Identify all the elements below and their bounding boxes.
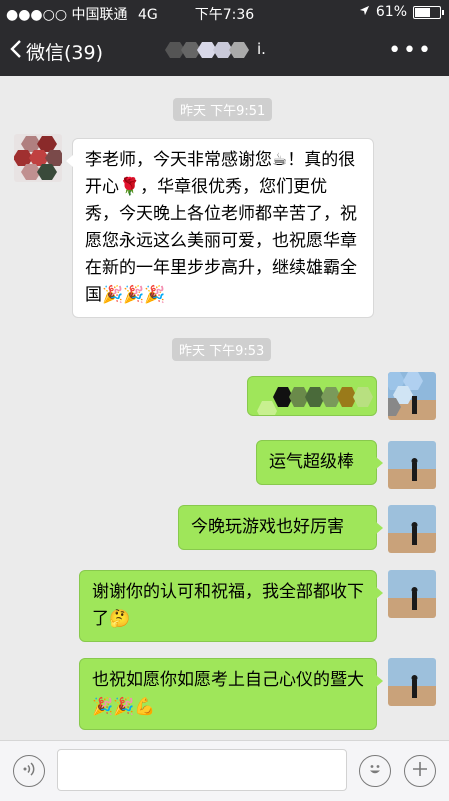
timestamp: 昨天 下午9:51 — [173, 98, 273, 121]
input-bar — [0, 740, 449, 801]
battery-icon — [413, 5, 444, 19]
status-bar: ●●●○○ 中国联通 4G 下午7:36 61% — [0, 0, 449, 26]
chat-area[interactable]: 昨天 下午9:51 李老师，今天非常感谢您☕！真的很开心🌹，华章很优秀，您们更优… — [0, 76, 449, 740]
back-label: 微信(39) — [26, 42, 104, 64]
my-avatar[interactable] — [388, 658, 436, 706]
outgoing-message-bubble[interactable]: 今晚玩游戏也好厉害 — [178, 505, 383, 550]
timestamp: 昨天 下午9:53 — [172, 338, 272, 361]
message-text: 今晚玩游戏也好厉害 — [191, 517, 344, 537]
battery-percent: 61% — [375, 4, 407, 20]
message-text: 运气超级棒 — [269, 452, 354, 472]
chevron-left-icon — [10, 39, 22, 64]
smiley-icon — [365, 759, 385, 783]
message-text: 也祝如愿你如愿考上自己心仪的暨大🎉🎉💪 — [92, 670, 364, 717]
my-avatar[interactable] — [388, 505, 436, 553]
nav-bar: 微信(39) i. ••• — [0, 26, 449, 76]
plus-icon — [412, 761, 428, 781]
incoming-message-bubble[interactable]: 李老师，今天非常感谢您☕！真的很开心🌹，华章很优秀，您们更优秀，今天晚上各位老师… — [66, 138, 374, 318]
outgoing-message-bubble[interactable]: 也祝如愿你如愿考上自己心仪的暨大🎉🎉💪 — [79, 658, 383, 730]
location-arrow-icon — [359, 4, 370, 20]
message-text: 李老师，今天非常感谢您☕！真的很开心🌹，华章很优秀，您们更优秀，今天晚上各位老师… — [85, 150, 357, 305]
status-right: 61% — [359, 4, 444, 20]
outgoing-message-bubble[interactable]: 谢谢你的认可和祝福，我全部都收下了🤔 — [79, 570, 383, 642]
my-avatar[interactable] — [388, 372, 436, 420]
contact-avatar[interactable] — [14, 134, 62, 182]
outgoing-message-bubble[interactable] — [247, 376, 377, 416]
blurred-title-mosaic — [165, 42, 249, 58]
emoji-button[interactable] — [359, 755, 391, 787]
message-text: 谢谢你的认可和祝福，我全部都收下了🤔 — [92, 582, 364, 629]
title-suffix: i. — [257, 40, 266, 58]
more-options-button[interactable]: ••• — [388, 38, 433, 63]
voice-toggle-button[interactable] — [13, 755, 45, 787]
back-button[interactable]: 微信(39) — [10, 38, 103, 65]
voice-icon — [21, 761, 37, 781]
outgoing-message-bubble[interactable]: 运气超级棒 — [256, 440, 383, 485]
message-input[interactable] — [57, 749, 347, 791]
more-functions-button[interactable] — [404, 755, 436, 787]
my-avatar[interactable] — [388, 570, 436, 618]
my-avatar[interactable] — [388, 441, 436, 489]
blurred-message-mosaic — [257, 387, 373, 415]
chat-title: i. — [150, 38, 300, 64]
